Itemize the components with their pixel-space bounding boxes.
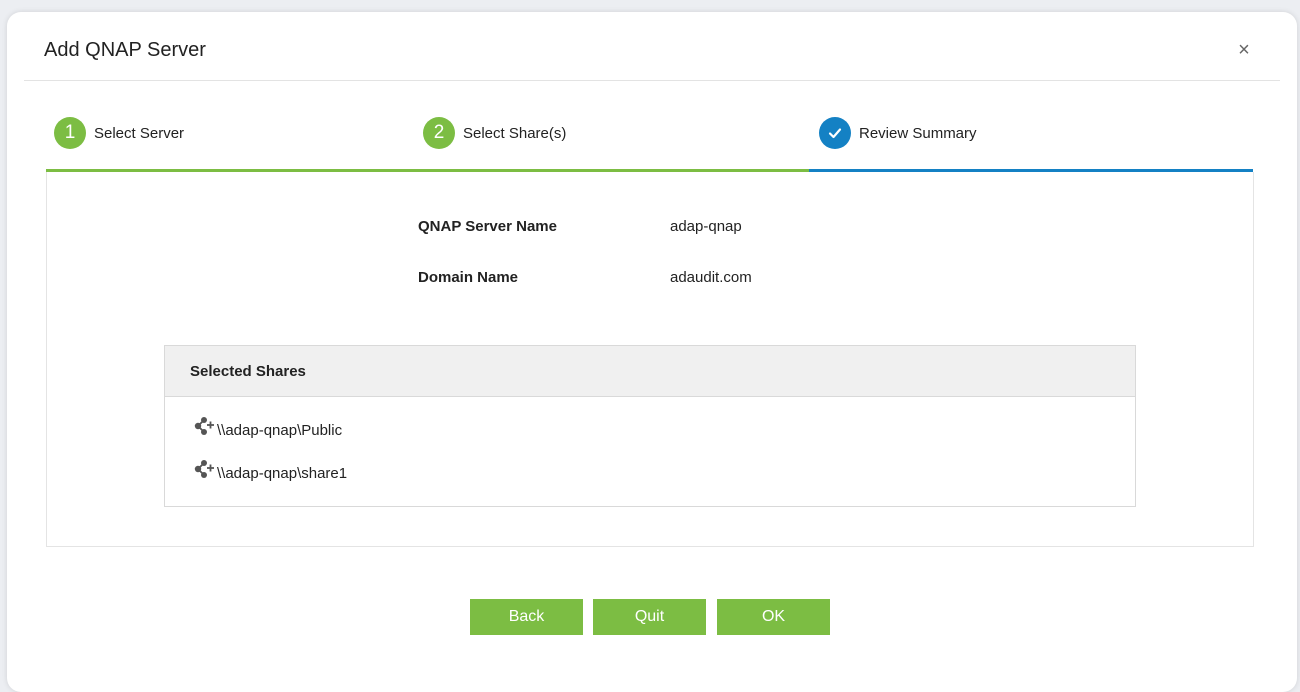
step-select-shares[interactable]: 2 Select Share(s) (423, 116, 566, 150)
share-path: \\adap-qnap\share1 (217, 464, 348, 482)
share-network-icon (194, 460, 214, 478)
step-number-2: 2 (423, 117, 455, 149)
share-item: \\adap-qnap\share1 (193, 460, 348, 485)
selected-shares-header: Selected Shares (165, 346, 1135, 397)
quit-button[interactable]: Quit (593, 599, 706, 635)
step-number-1: 1 (54, 117, 86, 149)
step-select-server[interactable]: 1 Select Server (54, 116, 184, 150)
step-label-review-summary: Review Summary (859, 124, 977, 142)
share-path: \\adap-qnap\Public (217, 421, 343, 439)
domain-name-value: adaudit.com (670, 269, 752, 286)
domain-name-label: Domain Name (418, 269, 519, 286)
step-review-summary[interactable]: Review Summary (819, 116, 977, 150)
ok-button[interactable]: OK (717, 599, 830, 635)
close-icon[interactable]: × (1232, 38, 1256, 62)
server-name-label: QNAP Server Name (418, 218, 557, 235)
share-network-icon (194, 417, 214, 435)
checkmark-icon (819, 117, 851, 149)
step-label-select-shares: Select Share(s) (463, 124, 567, 142)
back-button[interactable]: Back (470, 599, 583, 635)
add-qnap-server-dialog: Add QNAP Server × 1 Select Server 2 Sele… (7, 12, 1297, 692)
title-divider (24, 80, 1280, 81)
server-name-value: adap-qnap (670, 218, 742, 235)
dialog-title: Add QNAP Server (44, 39, 206, 61)
step-label-select-server: Select Server (94, 124, 185, 142)
share-item: \\adap-qnap\Public (193, 417, 343, 442)
selected-shares-panel: Selected Shares \\adap-qnap\Public \\ada… (164, 345, 1136, 507)
